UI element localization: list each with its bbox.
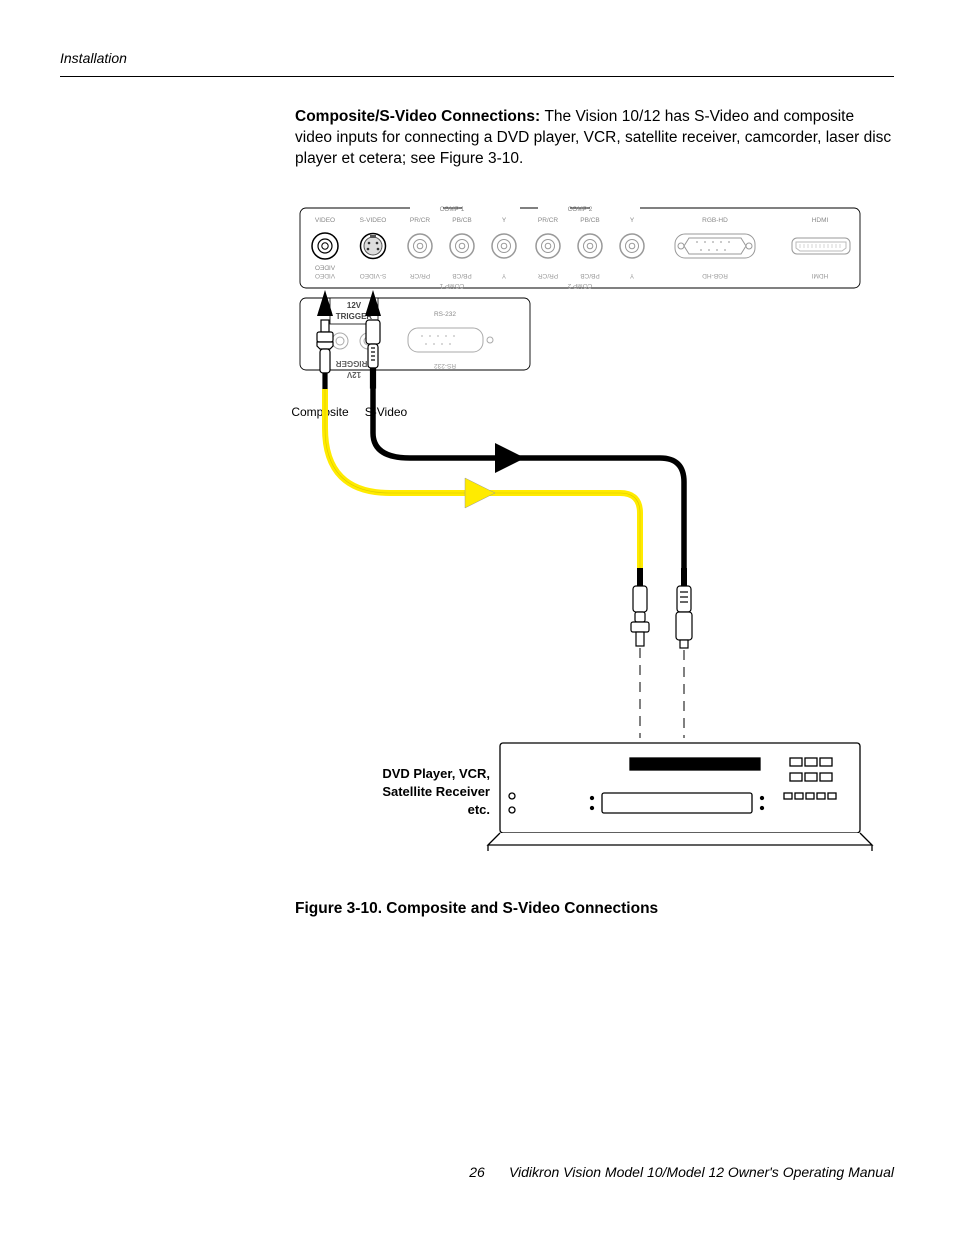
top-panel: COMP 1 COMP 2 VIDEO S-VIDEO PR/CR PB/CB … bbox=[300, 206, 860, 289]
svg-text:PR/CR: PR/CR bbox=[410, 217, 431, 224]
svg-text:RS-232: RS-232 bbox=[434, 362, 456, 369]
svg-text:HDMI: HDMI bbox=[812, 272, 829, 279]
connection-diagram: COMP 1 COMP 2 VIDEO S-VIDEO PR/CR PB/CB … bbox=[290, 198, 880, 878]
comp2-label: COMP 2 bbox=[568, 206, 593, 213]
section-header: Installation bbox=[60, 50, 894, 66]
device-label-1: DVD Player, VCR, bbox=[382, 766, 490, 781]
svg-text:COMP 1: COMP 1 bbox=[439, 282, 464, 289]
page-footer: 26 Vidikron Vision Model 10/Model 12 Own… bbox=[60, 1164, 894, 1180]
svg-text:S-VIDEO: S-VIDEO bbox=[360, 272, 387, 279]
svg-text:VIDEO: VIDEO bbox=[315, 265, 335, 272]
comp1-label: COMP 1 bbox=[440, 206, 465, 213]
svg-text:TRIGGER: TRIGGER bbox=[336, 359, 373, 368]
svg-text:12V: 12V bbox=[346, 370, 361, 379]
composite-plug-bottom bbox=[631, 568, 649, 646]
svg-text:S-VIDEO: S-VIDEO bbox=[360, 217, 387, 224]
intro-lead: Composite/S-Video Connections: bbox=[295, 108, 544, 125]
svg-text:HDMI: HDMI bbox=[812, 217, 829, 224]
svg-text:PB/CB: PB/CB bbox=[580, 272, 600, 279]
svg-text:PR/CR: PR/CR bbox=[538, 272, 559, 279]
svg-text:RGB-HD: RGB-HD bbox=[702, 272, 728, 279]
svg-text:Y: Y bbox=[630, 217, 635, 224]
page-number: 26 bbox=[469, 1164, 485, 1180]
svideo-plug-top bbox=[366, 320, 380, 388]
footer-title: Vidikron Vision Model 10/Model 12 Owner'… bbox=[509, 1164, 894, 1180]
svg-text:Y: Y bbox=[629, 272, 634, 279]
header-rule bbox=[60, 76, 894, 77]
svg-text:PR/CR: PR/CR bbox=[538, 217, 559, 224]
svg-text:VIDEO: VIDEO bbox=[315, 272, 335, 279]
svg-text:RGB-HD: RGB-HD bbox=[702, 217, 728, 224]
svg-text:PB/CB: PB/CB bbox=[452, 272, 472, 279]
svideo-plug-bottom bbox=[676, 568, 692, 648]
svg-text:PB/CB: PB/CB bbox=[580, 217, 600, 224]
dvd-player-device bbox=[488, 743, 872, 851]
device-label-3: etc. bbox=[468, 802, 490, 817]
svg-text:Y: Y bbox=[501, 272, 506, 279]
svg-text:VIDEO: VIDEO bbox=[315, 217, 335, 224]
intro-paragraph: Composite/S-Video Connections: The Visio… bbox=[295, 107, 894, 170]
svg-text:PB/CB: PB/CB bbox=[452, 217, 472, 224]
svg-text:RS-232: RS-232 bbox=[434, 311, 456, 318]
svg-text:Y: Y bbox=[502, 217, 507, 224]
svg-text:PR/CR: PR/CR bbox=[410, 272, 431, 279]
composite-cable-label: Composite bbox=[291, 405, 349, 419]
device-label-2: Satellite Receiver bbox=[382, 784, 490, 799]
svg-text:12V: 12V bbox=[347, 301, 362, 310]
svg-text:COMP 2: COMP 2 bbox=[567, 282, 592, 289]
figure-caption: Figure 3-10. Composite and S-Video Conne… bbox=[295, 900, 894, 918]
